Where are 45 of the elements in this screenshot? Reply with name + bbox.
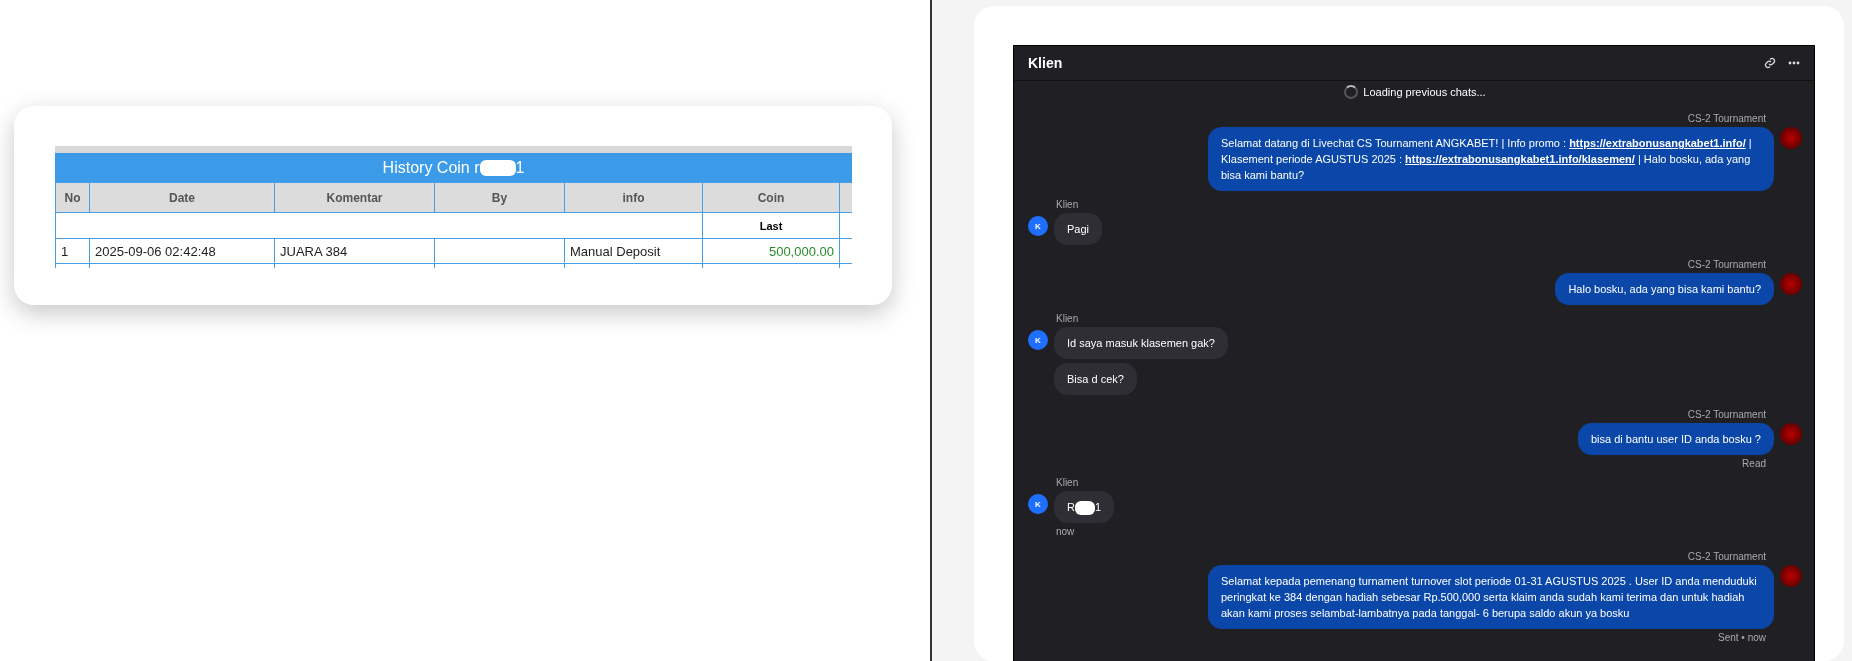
sender-name: Klien <box>1056 477 1079 488</box>
more-icon[interactable] <box>1788 61 1800 65</box>
column-header: Date <box>89 182 275 213</box>
message-status: Sent • now <box>1718 632 1766 644</box>
message-bubble: Bisa d cek? <box>1054 363 1137 395</box>
table-cell: 1 <box>55 238 90 264</box>
agent-avatar <box>1780 565 1802 588</box>
table-cell: Last <box>702 212 840 239</box>
agent-avatar <box>1780 127 1802 149</box>
message-bubble: Selamat kepada pemenang turnament turnover slot periode 01-31 AGUSTUS 2025 . User ID anda menduduki peringkat ke 384 dengan hadiah sebesar Rp.500,000 serta klaim anda sudah kami terima dan untuk hadiah akan kami proses selambat-lambatnya pada tanggal- 6 berupa saldo akun ya bosku <box>1208 565 1774 630</box>
chat-title: Klien <box>1028 55 1064 71</box>
table-cell: JUARA 384 <box>274 238 435 264</box>
agent-avatar <box>1780 423 1802 445</box>
column-header: info <box>564 182 703 213</box>
sender-name: Klien <box>1056 313 1079 324</box>
message-bubble: R 1 <box>1054 491 1115 524</box>
table-cell: Manual Deposit <box>564 238 703 264</box>
column-header: No <box>55 182 90 213</box>
client-avatar: K <box>1028 330 1048 350</box>
table-title-suffix: 1 <box>515 158 525 177</box>
agent-avatar <box>1780 273 1802 295</box>
table-cell: 2025-09-06 02:42:48 <box>89 238 275 264</box>
loading-text: Loading previous chats... <box>1363 86 1486 98</box>
message-status: Read <box>1742 458 1766 469</box>
client-avatar: K <box>1028 216 1048 236</box>
redaction-mark <box>479 159 516 176</box>
message-status: now <box>1056 526 1075 538</box>
link-icon[interactable] <box>1764 57 1776 69</box>
message-bubble: Halo bosku, ada yang bisa kami bantu? <box>1555 273 1774 305</box>
spinner-icon <box>1344 85 1359 99</box>
table-title-text: History Coin r <box>382 158 480 177</box>
column-header: By <box>434 182 565 213</box>
sender-name: CS-2 Tournament <box>1687 259 1766 270</box>
table-cell: 500,000.00 <box>702 238 840 264</box>
sender-name: Klien <box>1056 199 1079 210</box>
message-bubble: Pagi <box>1054 213 1103 245</box>
sender-name: CS-2 Tournament <box>1687 113 1766 124</box>
sender-name: CS-2 Tournament <box>1687 551 1766 563</box>
column-header: Komentar <box>274 182 435 213</box>
sender-name: CS-2 Tournament <box>1687 409 1766 420</box>
message-bubble: bisa di bantu user ID anda bosku ? <box>1578 423 1774 455</box>
message-bubble: Id saya masuk klasemen gak? <box>1054 327 1228 359</box>
client-avatar: K <box>1028 494 1048 514</box>
column-header: Coin <box>702 182 840 213</box>
message-bubble: Selamat datang di Livechat CS Tournament ANGKABET! | Info promo : https://extrabonusangkabet1.info/ | Klasement periode AGUSTUS 2025 : https://extrabonusangkabet1.info/klasemen/ | Halo bosku, ada yang bisa kami bantu? <box>1208 127 1774 191</box>
